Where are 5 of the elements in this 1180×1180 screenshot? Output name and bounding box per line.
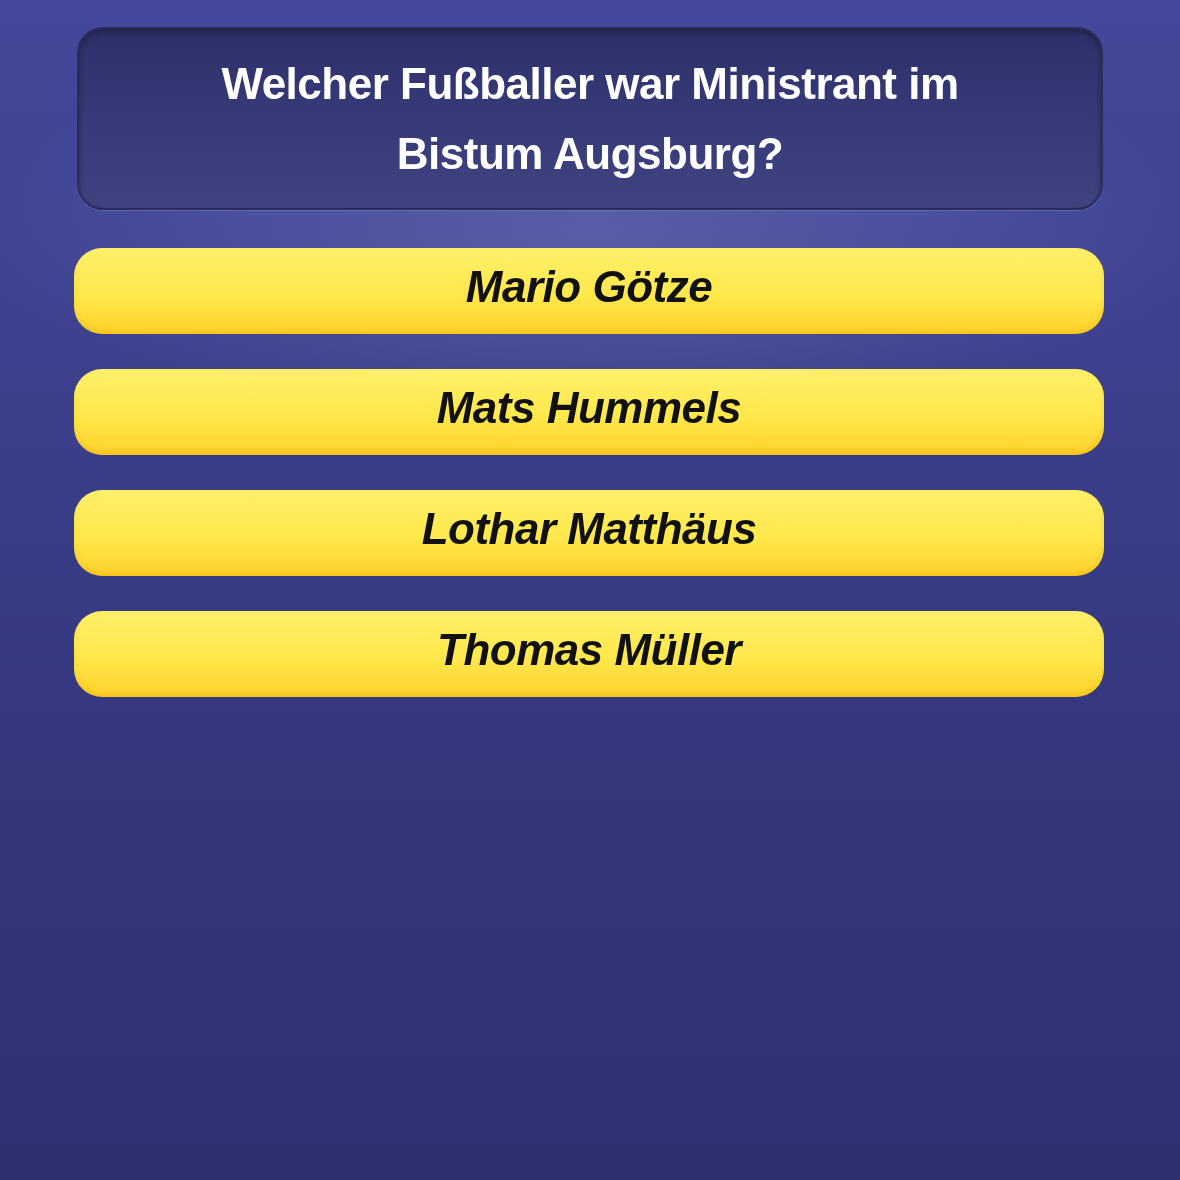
question-text: Welcher Fußballer war Ministrant im Bistum Augsburg? [220,57,960,180]
answer-button[interactable]: Mario Götze [74,248,1104,334]
answer-button[interactable]: Mats Hummels [74,369,1104,455]
answer-button[interactable]: Thomas Müller [74,611,1104,697]
answer-button[interactable]: Lothar Matthäus [74,490,1104,576]
